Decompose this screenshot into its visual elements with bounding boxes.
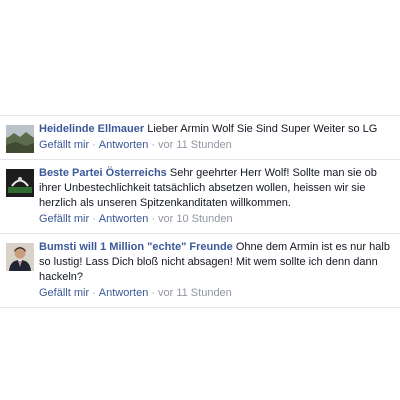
comment-author[interactable]: Heidelinde Ellmauer [39,123,144,135]
reply-link[interactable]: Antworten [99,213,149,225]
comment-timestamp[interactable]: vor 11 Stunden [158,287,232,299]
comment-item: Beste Partei Österreichs Sehr geehrter H… [0,159,400,233]
comment-timestamp[interactable]: vor 11 Stunden [158,139,232,151]
landscape-photo-avatar[interactable] [6,125,34,153]
reply-link[interactable]: Antworten [99,139,149,151]
comment-author[interactable]: Bumsti will 1 Million "echte" Freunde [39,241,233,253]
comment-body: Heidelinde Ellmauer Lieber Armin Wolf Si… [39,122,394,137]
like-link[interactable]: Gefällt mir [39,287,89,299]
separator: · [151,287,155,299]
comment-actions: Gefällt mir · Antworten · vor 10 Stunden [39,212,394,227]
party-logo-icon [6,169,34,197]
comment-actions: Gefällt mir · Antworten · vor 11 Stunden [39,138,394,153]
comment-author[interactable]: Beste Partei Österreichs [39,167,167,179]
like-link[interactable]: Gefällt mir [39,213,89,225]
comment-item: Heidelinde Ellmauer Lieber Armin Wolf Si… [0,115,400,159]
separator: · [92,213,96,225]
separator: · [92,139,96,151]
like-link[interactable]: Gefällt mir [39,139,89,151]
reply-link[interactable]: Antworten [99,287,149,299]
person-photo-avatar[interactable] [6,243,34,271]
comment-actions: Gefällt mir · Antworten · vor 11 Stunden [39,286,394,301]
comment-text: Lieber Armin Wolf Sie Sind Super Weiter … [147,123,378,135]
comment-body: Bumsti will 1 Million "echte" Freunde Oh… [39,240,394,285]
separator: · [92,287,96,299]
comment-body: Beste Partei Österreichs Sehr geehrter H… [39,166,394,211]
comment-list: Heidelinde Ellmauer Lieber Armin Wolf Si… [0,115,400,308]
comment-item: Bumsti will 1 Million "echte" Freunde Oh… [0,233,400,308]
separator: · [151,139,155,151]
separator: · [151,213,155,225]
person-photo-icon [6,243,34,271]
party-logo-avatar[interactable] [6,169,34,197]
comment-timestamp[interactable]: vor 10 Stunden [158,213,233,225]
landscape-photo-icon [6,125,34,153]
